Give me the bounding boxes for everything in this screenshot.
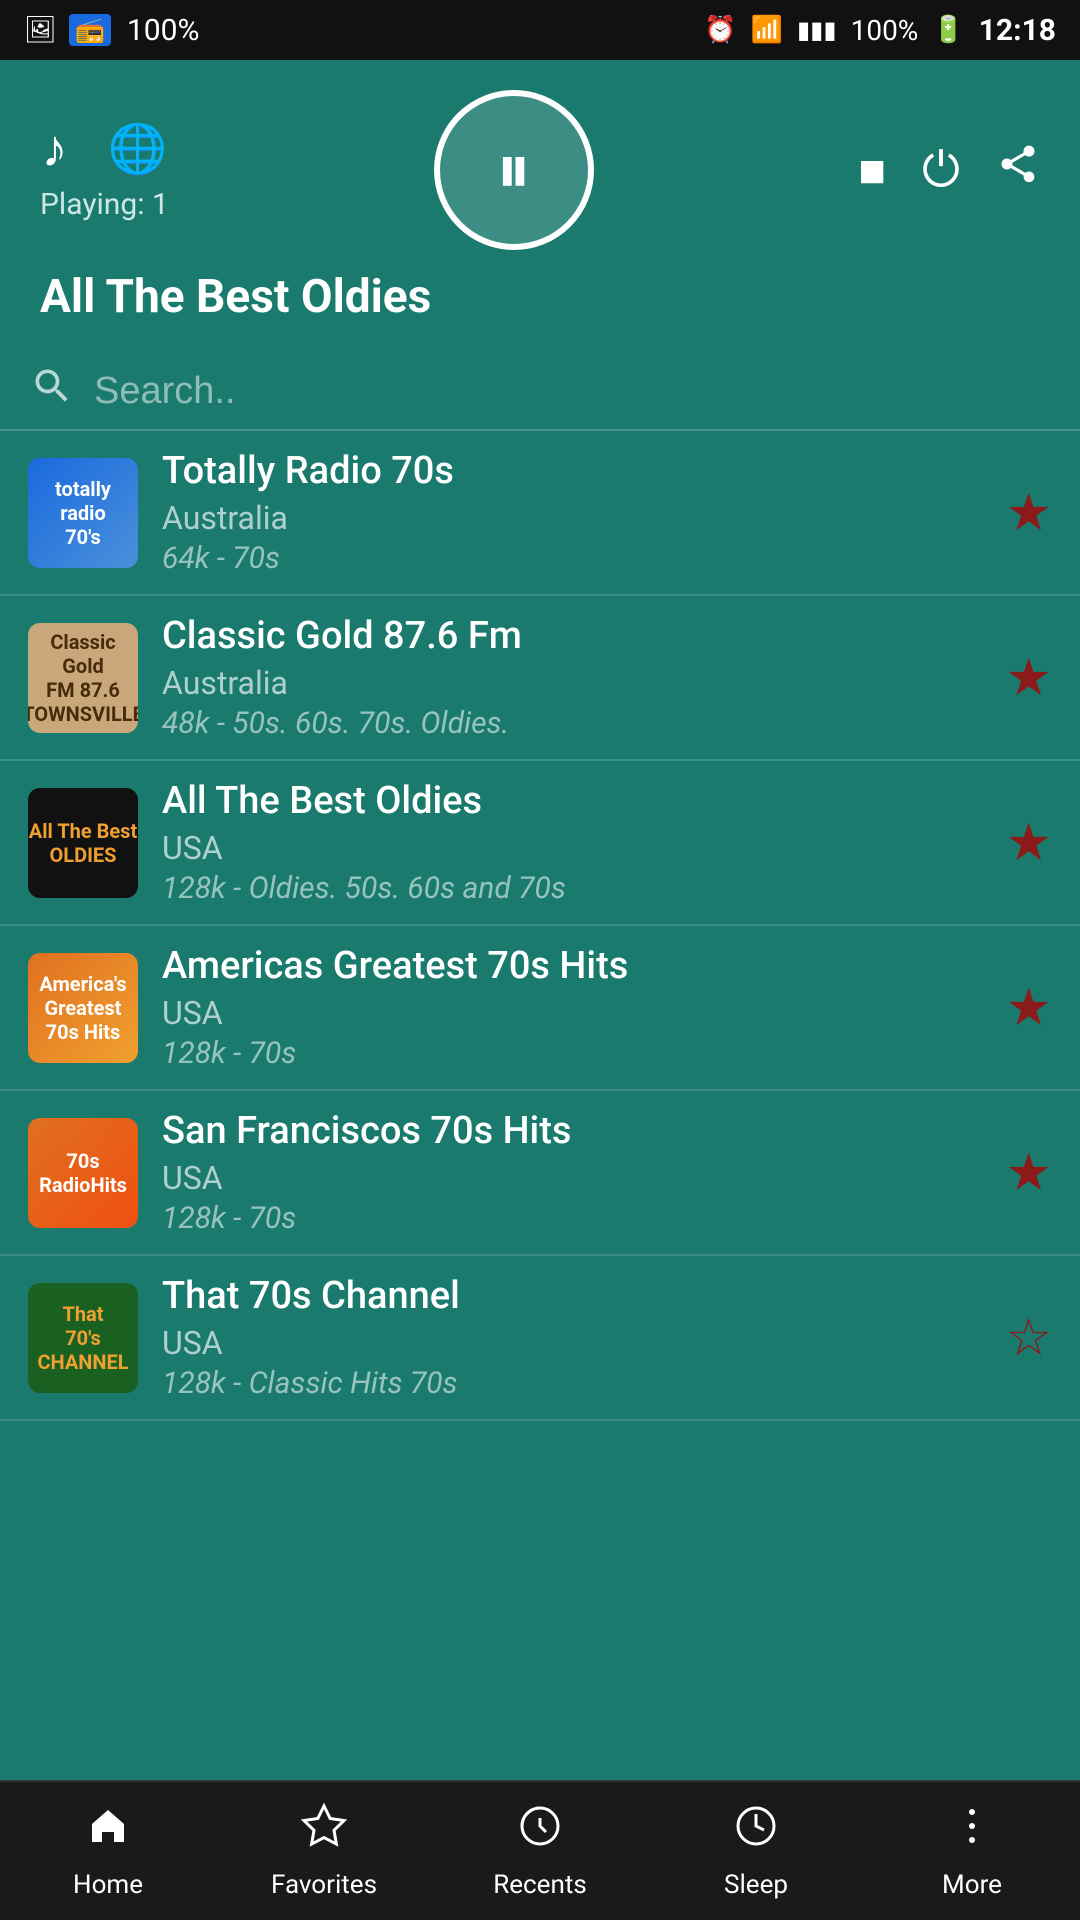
station-logo: 70s RadioHits <box>28 1118 138 1228</box>
station-name: Totally Radio 70s <box>162 449 981 493</box>
pause-icon: ⏸ <box>496 129 531 211</box>
wifi-icon: 📶 <box>751 15 783 45</box>
nav-item-more[interactable]: More <box>864 1802 1080 1900</box>
station-logo: Classic Gold FM 87.6 TOWNSVILLE <box>28 623 138 733</box>
favorites-nav-icon <box>300 1802 348 1862</box>
station-list: totally radio 70's Totally Radio 70s Aus… <box>0 431 1080 1780</box>
share-button[interactable] <box>996 142 1040 198</box>
station-logo: America's Greatest 70s Hits <box>28 953 138 1063</box>
signal-count: 100% <box>127 13 200 48</box>
image-icon: 🖼 <box>24 15 57 45</box>
nav-item-favorites[interactable]: Favorites <box>216 1802 432 1900</box>
pause-button[interactable]: ⏸ <box>434 90 594 250</box>
home-nav-icon <box>84 1802 132 1862</box>
station-name: Americas Greatest 70s Hits <box>162 944 981 988</box>
station-country: USA <box>162 829 981 867</box>
favorite-star[interactable]: ☆ <box>1005 1307 1052 1368</box>
music-note-icon[interactable]: ♪ <box>42 118 68 179</box>
station-country: USA <box>162 994 981 1032</box>
station-info: That 70s Channel USA 128k - Classic Hits… <box>138 1274 1005 1401</box>
station-item[interactable]: Classic Gold FM 87.6 TOWNSVILLE Classic … <box>0 596 1080 761</box>
controls-right: ■ ⏻ <box>858 141 1040 199</box>
time-display: 12:18 <box>979 13 1056 48</box>
status-bar: 🖼 📻 100% ⏰ 📶 ▮▮▮ 100% 🔋 12:18 <box>0 0 1080 60</box>
power-button[interactable]: ⏻ <box>922 141 960 199</box>
favorite-star[interactable]: ★ <box>1005 482 1052 543</box>
more-nav-icon <box>948 1802 996 1862</box>
station-name: San Franciscos 70s Hits <box>162 1109 981 1153</box>
battery-percent: 100% <box>851 14 919 47</box>
controls-row: ♪ 🌐 Playing: 1 ⏸ ■ ⏻ <box>40 90 1040 250</box>
nav-item-sleep[interactable]: Sleep <box>648 1802 864 1900</box>
station-country: USA <box>162 1324 981 1362</box>
search-input[interactable] <box>94 370 1050 413</box>
recents-nav-label: Recents <box>493 1870 587 1900</box>
sleep-nav-icon <box>732 1802 780 1862</box>
playing-label: Playing: 1 <box>40 187 169 222</box>
search-icon <box>30 364 74 419</box>
station-meta: 128k - 70s <box>162 1036 981 1071</box>
station-name: All The Best Oldies <box>162 779 981 823</box>
station-meta: 64k - 70s <box>162 541 981 576</box>
station-item[interactable]: 70s RadioHits San Franciscos 70s Hits US… <box>0 1091 1080 1256</box>
alarm-icon: ⏰ <box>704 15 736 45</box>
station-info: Classic Gold 87.6 Fm Australia 48k - 50s… <box>138 614 1005 741</box>
station-meta: 128k - Oldies. 50s. 60s and 70s <box>162 871 981 906</box>
station-name: Classic Gold 87.6 Fm <box>162 614 981 658</box>
station-info: All The Best Oldies USA 128k - Oldies. 5… <box>138 779 1005 906</box>
station-item[interactable]: totally radio 70's Totally Radio 70s Aus… <box>0 431 1080 596</box>
nav-item-home[interactable]: Home <box>0 1802 216 1900</box>
station-country: Australia <box>162 499 981 537</box>
station-info: Americas Greatest 70s Hits USA 128k - 70… <box>138 944 1005 1071</box>
favorite-star[interactable]: ★ <box>1005 812 1052 873</box>
station-logo: totally radio 70's <box>28 458 138 568</box>
favorite-star[interactable]: ★ <box>1005 1142 1052 1203</box>
station-item[interactable]: That 70's CHANNEL That 70s Channel USA 1… <box>0 1256 1080 1421</box>
status-right: ⏰ 📶 ▮▮▮ 100% 🔋 12:18 <box>704 13 1056 48</box>
station-info: San Franciscos 70s Hits USA 128k - 70s <box>138 1109 1005 1236</box>
bottom-nav: Home Favorites Recents Sleep More <box>0 1780 1080 1920</box>
more-nav-label: More <box>942 1870 1002 1900</box>
home-nav-label: Home <box>73 1870 143 1900</box>
controls-left: ♪ 🌐 Playing: 1 <box>40 118 169 222</box>
station-info: Totally Radio 70s Australia 64k - 70s <box>138 449 1005 576</box>
station-logo: All The Best OLDIES <box>28 788 138 898</box>
station-item[interactable]: All The Best OLDIES All The Best Oldies … <box>0 761 1080 926</box>
globe-icon[interactable]: 🌐 <box>108 120 168 177</box>
search-bar <box>0 344 1080 431</box>
station-item[interactable]: America's Greatest 70s Hits Americas Gre… <box>0 926 1080 1091</box>
radio-icon: 📻 <box>69 14 111 46</box>
status-left: 🖼 📻 100% <box>24 13 199 48</box>
station-logo: That 70's CHANNEL <box>28 1283 138 1393</box>
station-name: That 70s Channel <box>162 1274 981 1318</box>
player-header: ♪ 🌐 Playing: 1 ⏸ ■ ⏻ All The Best <box>0 60 1080 344</box>
favorite-star[interactable]: ★ <box>1005 647 1052 708</box>
ctrl-left-icons: ♪ 🌐 <box>42 118 168 179</box>
station-meta: 128k - Classic Hits 70s <box>162 1366 981 1401</box>
recents-nav-icon <box>516 1802 564 1862</box>
favorite-star[interactable]: ★ <box>1005 977 1052 1038</box>
stop-button[interactable]: ■ <box>858 143 886 198</box>
sleep-nav-label: Sleep <box>724 1870 788 1900</box>
nav-item-recents[interactable]: Recents <box>432 1802 648 1900</box>
favorites-nav-label: Favorites <box>271 1870 377 1900</box>
station-meta: 128k - 70s <box>162 1201 981 1236</box>
signal-bars-icon: ▮▮▮ <box>797 16 837 44</box>
now-playing-title: All The Best Oldies <box>40 270 431 324</box>
battery-icon: 🔋 <box>932 15 964 45</box>
station-country: USA <box>162 1159 981 1197</box>
content-wrap: ♪ 🌐 Playing: 1 ⏸ ■ ⏻ All The Best <box>0 60 1080 1780</box>
station-country: Australia <box>162 664 981 702</box>
station-meta: 48k - 50s. 60s. 70s. Oldies. <box>162 706 981 741</box>
